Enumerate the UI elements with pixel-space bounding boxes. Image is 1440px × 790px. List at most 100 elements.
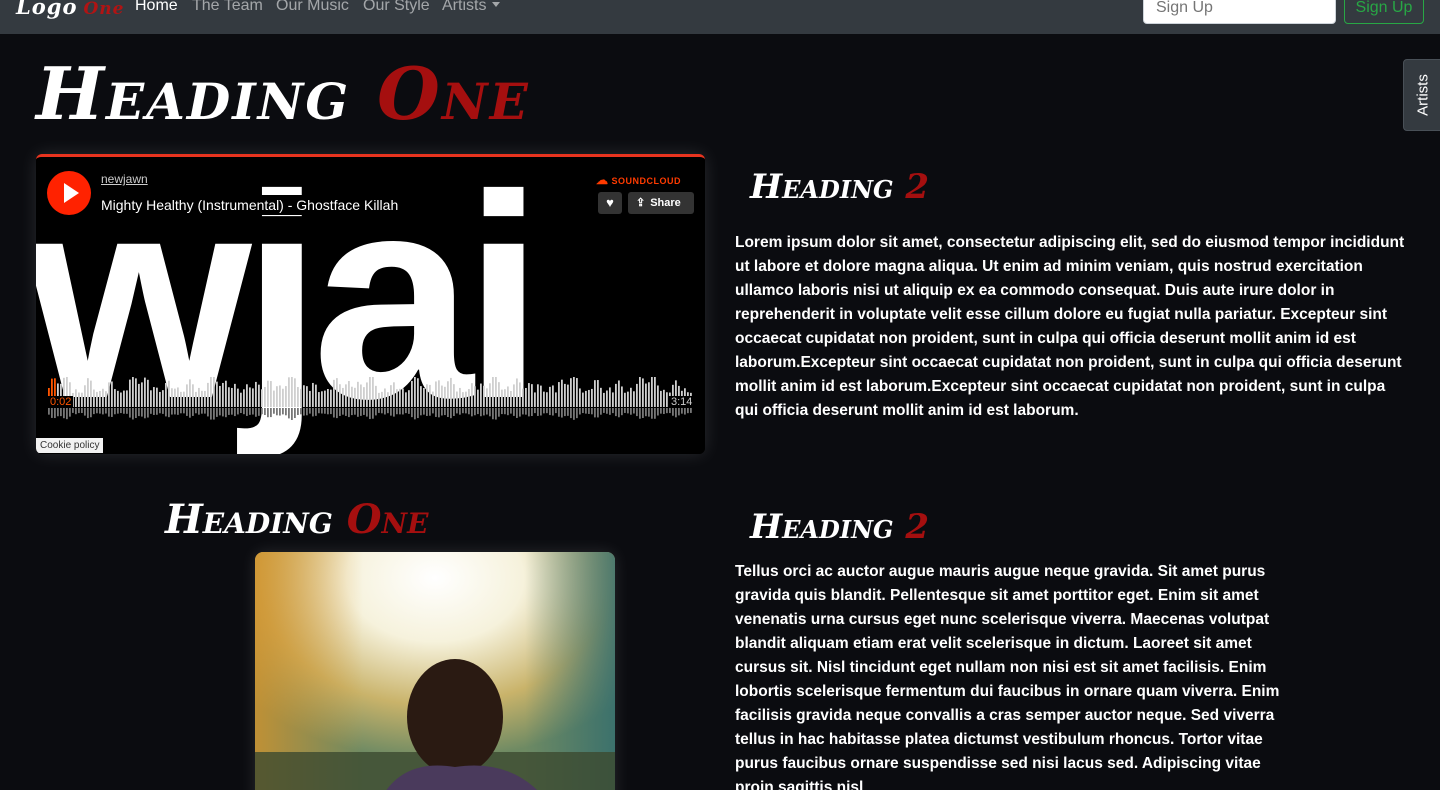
waveform-bar — [147, 379, 149, 407]
waveform-reflection — [591, 408, 593, 415]
waveform-bar — [321, 391, 323, 407]
waveform-reflection — [162, 408, 164, 414]
waveform-reflection — [366, 408, 368, 417]
waveform-reflection — [159, 408, 161, 414]
waveform-bar — [96, 391, 98, 407]
waveform-reflection — [204, 408, 206, 414]
waveform-bar — [507, 386, 509, 407]
nav-the-team[interactable]: The Team — [192, 0, 263, 15]
waveform-bar — [513, 384, 515, 407]
waveform-reflection — [108, 408, 110, 417]
waveform-reflection — [300, 408, 302, 415]
play-icon[interactable] — [47, 171, 91, 215]
waveform-reflection — [603, 408, 605, 413]
waveform-bar — [336, 378, 338, 407]
waveform-reflection — [417, 408, 419, 419]
waveform-reflection — [246, 408, 248, 416]
soundcloud-icon: ☁ — [596, 173, 609, 187]
waveform-reflection — [273, 408, 275, 414]
share-button[interactable]: ⇪ Share — [628, 192, 694, 214]
waveform-reflection — [342, 408, 344, 415]
waveform-bar — [276, 386, 278, 407]
waveform-reflection — [168, 408, 170, 418]
share-label: Share — [650, 197, 681, 209]
section-heading: Heading One — [165, 500, 428, 540]
waveform-bar — [246, 384, 248, 407]
waveform-reflection — [579, 408, 581, 415]
waveform-reflection — [663, 408, 665, 415]
waveform-bar — [525, 387, 527, 407]
waveform-reflection — [267, 408, 269, 418]
waveform-bar — [663, 389, 665, 407]
track-artist-link[interactable]: newjawn — [101, 171, 154, 187]
waveform-bar — [591, 388, 593, 407]
waveform-bar — [384, 388, 386, 407]
waveform-bar — [459, 387, 461, 407]
waveform-reflection — [345, 408, 347, 416]
like-button[interactable]: ♥ — [598, 192, 622, 214]
nav-home[interactable]: Home — [135, 0, 178, 15]
waveform-bar — [633, 391, 635, 407]
waveform-bar — [609, 387, 611, 407]
subheading-main-text: Heading — [750, 167, 894, 207]
waveform-reflection — [51, 408, 53, 418]
waveform-bar — [183, 391, 185, 407]
waveform-reflection — [360, 408, 362, 416]
artists-side-tab[interactable]: Artists — [1403, 59, 1440, 131]
waveform-reflection — [372, 408, 374, 419]
waveform-reflection — [462, 408, 464, 414]
waveform-reflection — [453, 408, 455, 416]
nav-our-music[interactable]: Our Music — [276, 0, 349, 15]
waveform-reflection — [456, 408, 458, 414]
waveform-reflection — [189, 408, 191, 418]
cookie-policy-link[interactable]: Cookie policy — [36, 438, 104, 453]
waveform-bar — [522, 388, 524, 407]
waveform-bar — [357, 381, 359, 407]
waveform-reflection — [612, 408, 614, 414]
waveform-bar — [504, 389, 506, 407]
waveform-reflection — [519, 408, 521, 417]
nav-artists-dropdown[interactable]: Artists — [442, 0, 501, 15]
waveform-reflection — [477, 408, 479, 415]
waveform-reflection — [411, 408, 413, 418]
waveform-bar — [456, 391, 458, 407]
subheading-main-text: Heading — [750, 507, 894, 547]
track-title[interactable]: Mighty Healthy (Instrumental) - Ghostfac… — [101, 195, 405, 215]
waveform-reflection — [687, 408, 689, 414]
waveform-reflection — [480, 408, 482, 417]
waveform-bar — [636, 383, 638, 407]
nav-our-style[interactable]: Our Style — [363, 0, 430, 15]
waveform-bar — [153, 387, 155, 407]
waveform-bar — [189, 379, 191, 407]
waveform-bar — [615, 383, 617, 407]
signup-button[interactable]: Sign Up — [1344, 0, 1424, 24]
waveform-reflection — [492, 408, 494, 420]
waveform-reflection — [171, 408, 173, 415]
waveform[interactable] — [48, 377, 693, 422]
waveform-bar — [132, 377, 134, 407]
signup-input[interactable] — [1143, 0, 1336, 24]
waveform-reflection — [123, 408, 125, 414]
waveform-reflection — [195, 408, 197, 414]
waveform-bar — [393, 382, 395, 407]
soundcloud-player[interactable]: wjai newjawn Mighty Healthy (Instrumenta… — [36, 154, 705, 454]
brand-logo[interactable]: Logo One — [16, 0, 124, 19]
waveform-reflection — [261, 408, 263, 415]
waveform-bar — [474, 386, 476, 407]
waveform-reflection — [276, 408, 278, 416]
waveform-reflection — [312, 408, 314, 417]
waveform-bar — [159, 391, 161, 407]
waveform-bar — [375, 385, 377, 407]
waveform-reflection — [285, 408, 287, 416]
waveform-bar — [204, 390, 206, 407]
soundcloud-logo[interactable]: ☁ SOUNDCLOUD — [596, 173, 681, 187]
waveform-bar — [237, 388, 239, 407]
share-icon: ⇪ — [636, 197, 646, 209]
waveform-bar — [558, 382, 560, 407]
waveform-reflection — [555, 408, 557, 414]
waveform-bar — [387, 392, 389, 407]
waveform-reflection — [255, 408, 257, 417]
waveform-bar — [84, 385, 86, 407]
waveform-bar — [249, 387, 251, 407]
section-subheading: Heading 2 — [750, 170, 929, 204]
